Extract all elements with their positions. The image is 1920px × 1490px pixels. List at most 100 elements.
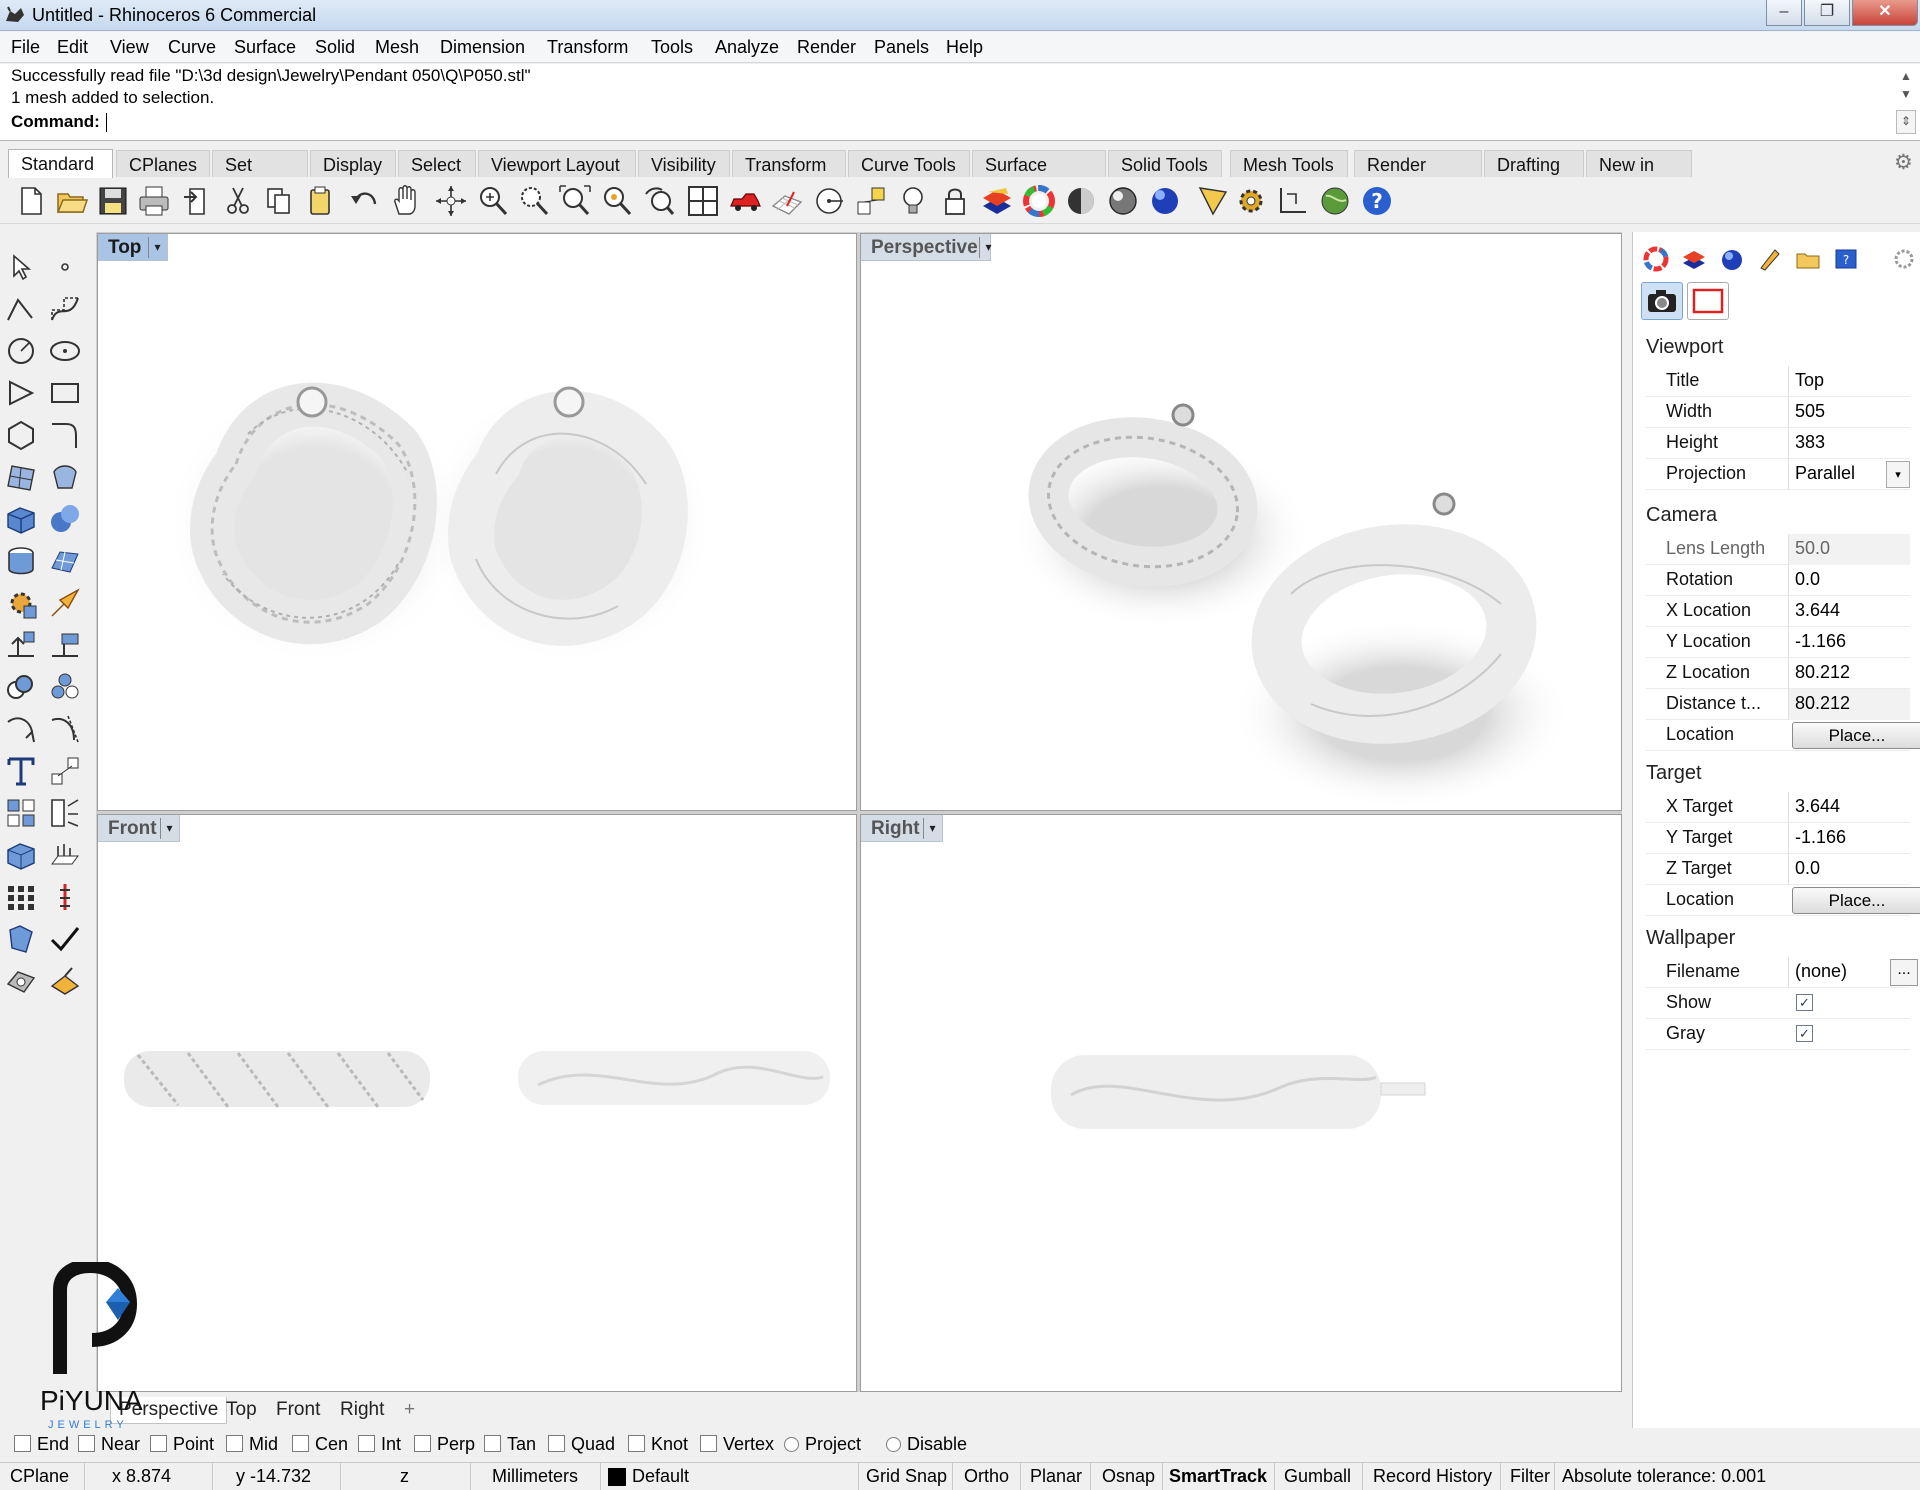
menu-curve[interactable]: Curve xyxy=(168,37,216,58)
group-icon[interactable] xyxy=(48,670,82,704)
section-icon[interactable] xyxy=(48,838,82,872)
explode-icon[interactable] xyxy=(48,586,82,620)
osnap-checkbox[interactable] xyxy=(150,1435,167,1452)
target-place-button[interactable]: Place... xyxy=(1792,887,1920,914)
browse-button[interactable]: ... xyxy=(1890,959,1918,986)
osnap-mid[interactable]: Mid xyxy=(226,1434,278,1455)
camera-place-button[interactable]: Place... xyxy=(1792,722,1920,749)
mesh-tools-icon[interactable] xyxy=(4,586,38,620)
zoom-extents-icon[interactable] xyxy=(558,184,592,218)
block-icon[interactable] xyxy=(4,838,38,872)
tab-visibility[interactable]: Visibility xyxy=(638,150,730,177)
osnap-checkbox[interactable] xyxy=(628,1435,645,1452)
polyline-icon[interactable] xyxy=(4,292,38,326)
osnap-checkbox[interactable] xyxy=(700,1435,717,1452)
osnap-project[interactable]: Project xyxy=(784,1434,861,1455)
menu-view[interactable]: View xyxy=(110,37,149,58)
filter-toggle[interactable]: Filter xyxy=(1510,1466,1550,1487)
osnap-knot[interactable]: Knot xyxy=(628,1434,688,1455)
osnap-checkbox[interactable] xyxy=(292,1435,309,1452)
gumball-toggle[interactable]: Gumball xyxy=(1284,1466,1351,1487)
menu-surface[interactable]: Surface xyxy=(234,37,296,58)
box-icon[interactable] xyxy=(4,502,38,536)
zoom-window-icon[interactable] xyxy=(476,184,510,218)
lock-icon[interactable] xyxy=(938,184,972,218)
render-tab-icon[interactable] xyxy=(1719,246,1745,272)
print-icon[interactable] xyxy=(137,184,171,218)
z-location-field[interactable]: 80.212 xyxy=(1788,658,1910,689)
osnap-icon[interactable] xyxy=(854,184,888,218)
tab-render-tools[interactable]: Render Tools xyxy=(1354,150,1482,196)
grid-plane-icon[interactable] xyxy=(770,184,804,218)
osnap-near[interactable]: Near xyxy=(78,1434,140,1455)
boolean-union-icon[interactable] xyxy=(4,670,38,704)
dimension-icon[interactable] xyxy=(1276,184,1310,218)
arc-icon[interactable] xyxy=(4,376,38,410)
curve-icon[interactable] xyxy=(48,292,82,326)
tab-set-view[interactable]: Set View xyxy=(212,150,308,196)
osnap-cen[interactable]: Cen xyxy=(292,1434,348,1455)
help-tab-icon[interactable]: ? xyxy=(1833,246,1859,272)
viewport-title-field[interactable]: Top xyxy=(1788,366,1910,397)
osnap-checkbox[interactable] xyxy=(548,1435,565,1452)
history-scroll-down-icon[interactable]: ▼ xyxy=(1896,84,1916,104)
sphere-icon[interactable] xyxy=(48,502,82,536)
dimension-tool-icon[interactable] xyxy=(48,754,82,788)
mesh-plane-icon[interactable] xyxy=(48,544,82,578)
z-target-field[interactable]: 0.0 xyxy=(1788,854,1910,885)
tab-surface-tools[interactable]: Surface Tools xyxy=(972,150,1106,196)
checkmark-icon[interactable] xyxy=(48,922,82,956)
rotate-view-icon[interactable] xyxy=(434,184,468,218)
menu-transform[interactable]: Transform xyxy=(547,37,628,58)
fillet-curve-icon[interactable] xyxy=(48,418,82,452)
move-icon[interactable] xyxy=(4,628,38,662)
import-icon[interactable] xyxy=(180,184,214,218)
help-icon[interactable]: ? xyxy=(1360,184,1394,218)
undo-view-icon[interactable] xyxy=(642,184,676,218)
align-icon[interactable] xyxy=(48,628,82,662)
materials-tab-icon[interactable] xyxy=(1757,246,1783,272)
x-location-field[interactable]: 3.644 xyxy=(1788,596,1910,627)
osnap-int[interactable]: Int xyxy=(358,1434,401,1455)
osnap-disable[interactable]: Disable xyxy=(886,1434,967,1455)
camera-subtab[interactable] xyxy=(1641,282,1683,320)
command-spinner-icon[interactable]: ⇕ xyxy=(1896,110,1916,134)
close-button[interactable]: ✕ xyxy=(1852,0,1918,26)
status-layer[interactable]: Default xyxy=(632,1466,689,1487)
osnap-checkbox[interactable] xyxy=(484,1435,501,1452)
shade-icon[interactable] xyxy=(1064,184,1098,218)
toolbar-settings-gear-icon[interactable]: ⚙ xyxy=(1894,150,1913,175)
planar-toggle[interactable]: Planar xyxy=(1030,1466,1082,1487)
properties-match-icon[interactable] xyxy=(48,796,82,830)
smarttrack-toggle[interactable]: SmartTrack xyxy=(1169,1466,1267,1487)
osnap-radio[interactable] xyxy=(886,1437,901,1452)
add-viewport-tab-button[interactable]: + xyxy=(396,1397,423,1424)
osnap-tan[interactable]: Tan xyxy=(484,1434,536,1455)
cut-icon[interactable] xyxy=(221,184,255,218)
render-material-icon[interactable] xyxy=(48,964,82,998)
render-sphere-icon[interactable] xyxy=(1148,184,1182,218)
osnap-checkbox[interactable] xyxy=(14,1435,31,1452)
color-wheel-icon[interactable] xyxy=(1022,184,1056,218)
gray-wallpaper-checkbox[interactable]: ✓ xyxy=(1796,1025,1813,1042)
circle-icon[interactable] xyxy=(4,334,38,368)
osnap-checkbox[interactable] xyxy=(358,1435,375,1452)
options-gear-icon[interactable] xyxy=(1234,184,1268,218)
tab-display[interactable]: Display xyxy=(310,150,396,177)
libraries-tab-icon[interactable] xyxy=(1795,246,1821,272)
y-target-field[interactable]: -1.166 xyxy=(1788,823,1910,854)
tab-standard[interactable]: Standard xyxy=(8,149,113,178)
check-objects-icon[interactable] xyxy=(4,922,38,956)
tab-mesh-tools[interactable]: Mesh Tools xyxy=(1230,150,1348,177)
restore-button[interactable]: ❐ xyxy=(1804,0,1850,26)
cplane-icon[interactable] xyxy=(812,184,846,218)
projection-dropdown-icon[interactable]: ▾ xyxy=(1886,461,1910,488)
extrude-surface-icon[interactable] xyxy=(48,460,82,494)
osnap-checkbox[interactable] xyxy=(414,1435,431,1452)
y-location-field[interactable]: -1.166 xyxy=(1788,627,1910,658)
tab-solid-tools[interactable]: Solid Tools xyxy=(1108,150,1222,177)
viewport-tab-front[interactable]: Front xyxy=(268,1397,328,1424)
osnap-end[interactable]: End xyxy=(14,1434,69,1455)
record-history-toggle[interactable]: Record History xyxy=(1373,1466,1492,1487)
zoom-dynamic-icon[interactable] xyxy=(517,184,551,218)
